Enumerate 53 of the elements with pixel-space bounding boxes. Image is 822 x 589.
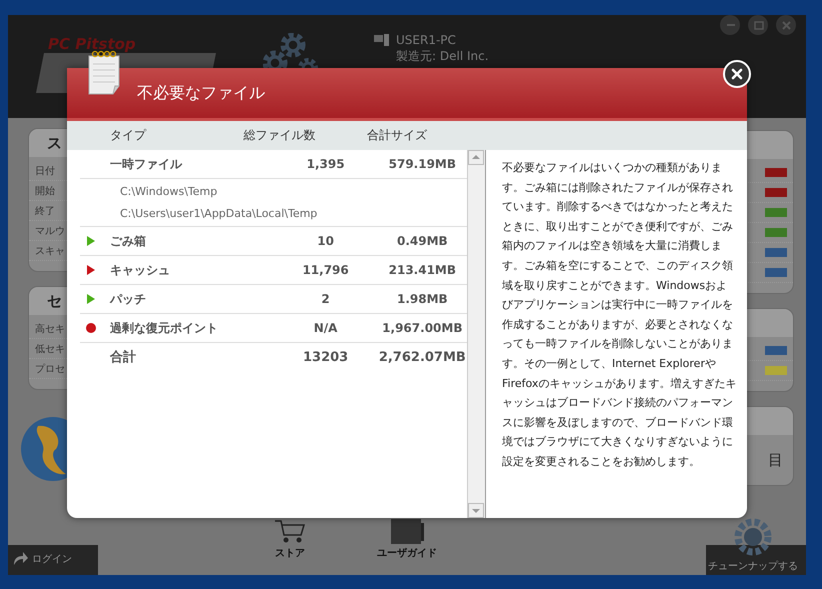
scroll-down-icon: [468, 503, 484, 518]
file-type-label: 過剰な復元ポイント: [110, 320, 218, 336]
file-count: 1,395: [306, 157, 346, 171]
brand-name: PC Pitstop: [48, 35, 136, 53]
file-size: 213.41MB: [388, 263, 458, 277]
panel-row-label: 日付: [35, 164, 55, 178]
manufacturer-text: 製造元: Dell Inc.: [396, 48, 489, 65]
column-header: タイプ: [109, 127, 148, 144]
file-count: N/A: [312, 321, 338, 335]
column-header: 総ファイル数: [242, 127, 316, 144]
close-icon: [731, 68, 743, 80]
file-count: 11,796: [301, 263, 350, 277]
description-text: 不必要なファイルはいくつかの種類があります。ごみ箱には削除されたファイルが保存されています。削除するべきではなかったと考えたときに、取り出すことができ便利ですが、ごみ箱内のファイルは空き領域を大量に消費します。ごみ箱を空にすることで、このディスク領域を取り戻すことができます。Windowsおよびアプリケーションは実行中に一時ファイルを作成することがありますが、必要とされなくなっても一時ファイルを削除しないことがあります。その一例として、Internet ExplorerやFirefoxのキャッシュがあります。増えすぎたキャッシュはブロードバンド接続のパフォーマンスに影響を及ぼしますので、ブロードバンド環境ではブラウザにて大きくなりすぎないように設定を変更されることをお勧めします。: [485, 150, 747, 518]
file-type-label: キャッシュ: [110, 262, 170, 278]
file-type-label: ごみ箱: [110, 232, 146, 250]
file-count: 10: [316, 234, 335, 248]
total-size: 2,762.07MB: [378, 350, 467, 364]
panel-row-label: プロセ: [35, 362, 65, 376]
folder-path: C:\Windows\Temp: [120, 185, 218, 198]
file-type-label: パッチ: [110, 290, 146, 308]
folder-path: C:\Users\user1\AppData\Local\Temp: [120, 207, 318, 220]
user-guide-button[interactable]: ユーザガイド: [377, 519, 437, 561]
curved-arrow-icon: [12, 551, 29, 566]
panel-row-label: マルウ: [35, 224, 65, 238]
file-size: 0.49MB: [396, 234, 449, 248]
maximize-button[interactable]: [748, 15, 768, 35]
scrollbar[interactable]: [467, 150, 485, 518]
panel-row-label: 高セキ: [35, 322, 65, 336]
panel-row-label: スキャ: [35, 244, 65, 258]
cart-icon: [273, 519, 307, 544]
book-icon: [389, 519, 425, 544]
computer-icon: [373, 33, 390, 47]
file-type-label: 一時ファイル: [110, 156, 182, 172]
store-button[interactable]: ストア: [273, 519, 307, 561]
maximize-icon: [752, 18, 764, 32]
column-header: 合計サイズ: [366, 127, 428, 144]
tune-up-button[interactable]: チューンナップする: [708, 517, 798, 573]
login-button[interactable]: ログイン: [12, 551, 72, 566]
panel-row-label: 開始: [35, 184, 55, 198]
close-icon: [780, 18, 792, 32]
computer-name: USER1-PC: [396, 33, 457, 47]
file-size: 579.19MB: [388, 157, 458, 171]
gear-icon: [733, 517, 773, 557]
file-size: 1,967.00MB: [381, 321, 464, 335]
minimize-button[interactable]: [720, 15, 740, 35]
dialog-title: 不必要なファイル: [137, 82, 265, 104]
total-label: 合計: [110, 348, 136, 366]
panel-row-label: 低セキ: [35, 342, 65, 356]
panel-row-label: 終了: [35, 204, 55, 218]
panel-text: 目: [768, 450, 783, 470]
file-count: 2: [320, 292, 331, 306]
total-count: 13203: [302, 350, 350, 364]
file-size: 1.98MB: [396, 292, 449, 306]
